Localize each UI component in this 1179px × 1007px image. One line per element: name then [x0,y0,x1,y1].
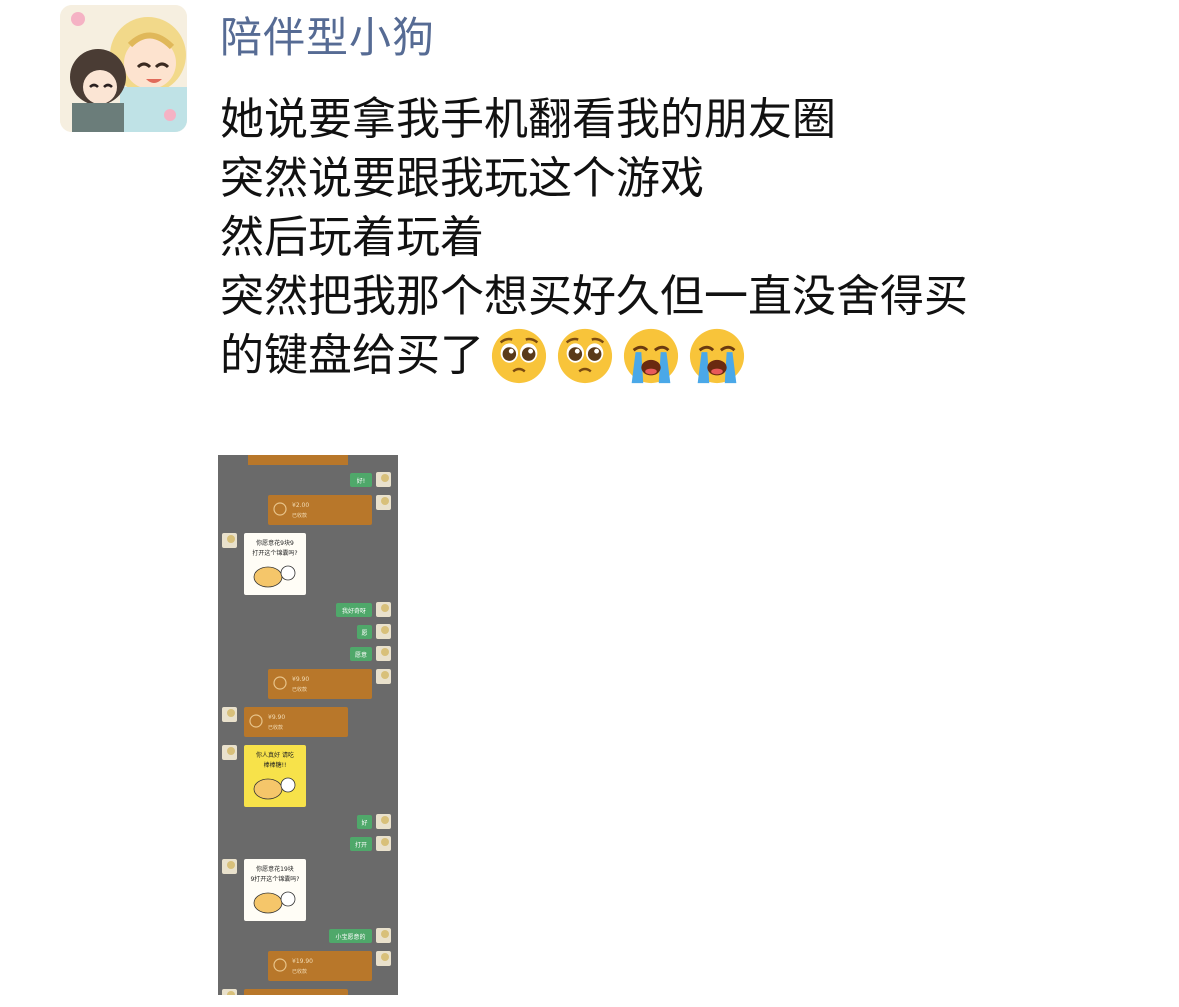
chat-avatar-face [227,747,235,755]
sticker-bag [280,565,296,581]
transfer-amount: ¥9.90 [268,714,285,721]
transfer-amount: ¥9.90 [292,676,309,683]
post-line: 然后玩着玩着 [220,212,484,263]
sticker-text: 你人真好 请吃 [256,751,294,759]
transfer-bubble [268,951,372,981]
sticker-text: 9打开这个锦囊吗? [250,875,299,883]
chat-screenshot-image[interactable]: 好! ¥2.00 已收款 你愿意花9块9 打开这个锦囊吗? 我好奇呀愿愿意 ¥9.90 已收款… [218,455,398,995]
transfer-amount: ¥19.90 [292,958,313,965]
sticker-character [253,778,283,800]
chat-avatar-face [381,930,389,938]
chat-avatar-face [381,671,389,679]
sticker-text: 棒棒糖!! [264,761,287,769]
transfer-note: 已收款 [292,686,307,693]
chat-avatar-face [381,838,389,846]
post-line: 突然说要跟我玩这个游戏 [220,153,704,204]
sticker-character [253,566,283,588]
transfer-note: 已收款 [292,512,307,519]
transfer-amount: ¥2.00 [292,502,309,509]
text-bubble-label: 愿 [361,630,367,637]
loudly-crying-face-icon [623,328,679,383]
transfer-bubble-partial [248,455,348,465]
text-bubble-label: 好! [357,477,365,485]
transfer-note: 已收款 [292,968,307,975]
sticker-text: 你愿意花19块 [256,865,294,873]
pleading-face-icon [491,328,547,383]
pleading-face-icon [557,328,613,383]
sticker-character [253,892,283,914]
transfer-bubble [268,495,372,525]
chat-avatar-face [381,626,389,634]
text-bubble-label: 打开 [355,841,367,849]
transfer-note: 已收款 [268,724,283,731]
transfer-bubble [244,989,348,995]
post-line: 她说要拿我手机翻看我的朋友圈 [220,94,836,145]
post-body: 她说要拿我手机翻看我的朋友圈 突然说要跟我玩这个游戏 然后玩着玩着 突然把我那个… [220,90,1160,385]
sticker-text: 你愿意花9块9 [256,539,294,547]
sticker-bag [280,891,296,907]
emoji-row [490,327,746,385]
chat-avatar-face [381,648,389,656]
sticker-text: 打开这个锦囊吗? [252,549,297,557]
chat-screenshot: 好!¥2.00已收款你愿意花9块9打开这个锦囊吗?我好奇呀愿愿意¥9.90已收款… [218,455,398,995]
chat-avatar-face [381,953,389,961]
chat-avatar-face [227,709,235,717]
chat-avatar-face [381,604,389,612]
post-line-text: 的键盘给买了 [220,330,484,381]
user-avatar[interactable] [60,5,187,132]
nickname-link[interactable]: 陪伴型小狗 [220,10,435,66]
chat-avatar-face [381,497,389,505]
sticker-bag [280,777,296,793]
transfer-bubble [244,707,348,737]
post-line: 突然把我那个想买好久但一直没舍得买 [220,271,968,322]
text-bubble-label: 我好奇呀 [342,607,366,615]
chat-avatar-face [227,861,235,869]
chat-avatar-face [381,816,389,824]
text-bubble-label: 愿意 [355,651,367,659]
loudly-crying-face-icon [689,328,745,383]
chat-avatar-face [381,474,389,482]
text-bubble-label: 小宝愿意的 [335,933,365,941]
chat-avatar-face [227,535,235,543]
post-last-line: 的键盘给买了 [220,326,1160,385]
text-bubble-label: 好 [361,819,367,827]
transfer-bubble [268,669,372,699]
